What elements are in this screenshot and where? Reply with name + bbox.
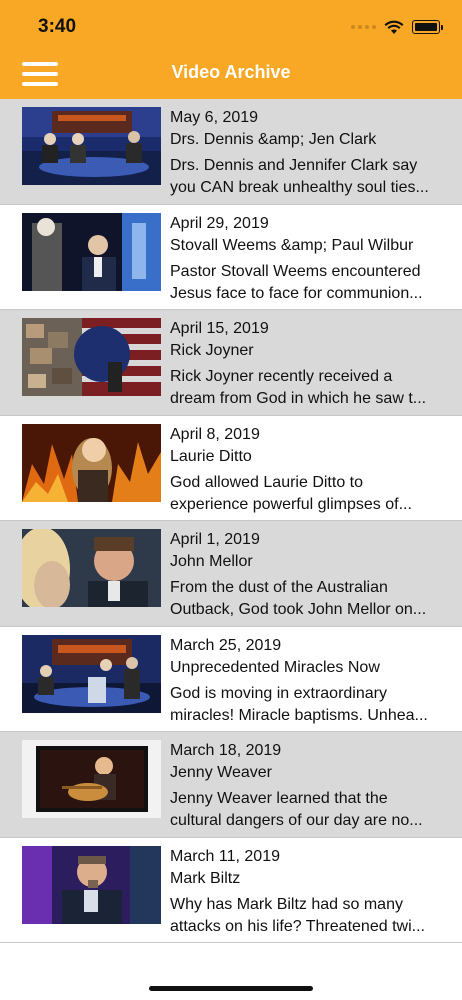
video-date: March 25, 2019 [170, 636, 282, 654]
video-title: Laurie Ditto [170, 447, 252, 465]
video-row[interactable]: April 29, 2019 Stovall Weems &amp; Paul … [0, 205, 462, 310]
video-description: Rick Joyner recently received a dream fr… [170, 368, 427, 407]
video-description: From the dust of the Australian Outback,… [170, 579, 427, 618]
video-date: April 29, 2019 [170, 214, 269, 232]
video-thumbnail [22, 107, 161, 185]
wifi-icon [384, 20, 404, 34]
video-date: April 1, 2019 [170, 531, 260, 548]
video-description: Jenny Weaver learned that the cultural d… [170, 790, 423, 829]
video-thumbnail [22, 423, 161, 502]
video-title: Unprecedented Miracles Now [170, 658, 380, 676]
video-row[interactable]: April 8, 2019 Laurie Ditto God allowed L… [0, 416, 462, 521]
video-thumbnail [22, 318, 161, 396]
video-date: March 18, 2019 [170, 742, 282, 759]
video-description: God allowed Laurie Ditto to experience p… [170, 473, 412, 513]
video-row[interactable]: March 18, 2019 Jenny Weaver Jenny Weaver… [0, 732, 462, 838]
video-thumbnail [22, 845, 161, 924]
video-row[interactable]: May 6, 2019 Drs. Dennis &amp; Jen Clark … [0, 99, 462, 205]
page-title: Video Archive [171, 62, 291, 82]
video-row[interactable]: March 11, 2019 Mark Biltz Why has Mark B… [0, 838, 462, 943]
video-description: God is moving in extraordinary miracles!… [170, 684, 428, 724]
video-date: March 11, 2019 [170, 847, 280, 865]
app-header: 3:40 Video Archive [0, 0, 462, 99]
video-date: May 6, 2019 [170, 109, 259, 126]
video-thumbnail [22, 634, 161, 713]
status-icons [351, 18, 443, 36]
home-indicator[interactable] [149, 986, 313, 991]
video-title: Stovall Weems &amp; Paul Wilbur [170, 236, 414, 254]
video-thumbnail [22, 740, 161, 818]
video-thumbnail [22, 212, 161, 291]
video-description: Pastor Stovall Weems encountered Jesus f… [170, 262, 423, 302]
status-time: 3:40 [38, 16, 77, 37]
video-row[interactable]: April 1, 2019 John Mellor From the dust … [0, 521, 462, 627]
cellular-signal-icon [351, 25, 376, 29]
video-thumbnail [22, 529, 161, 607]
video-description: Drs. Dennis and Jennifer Clark say you C… [170, 157, 429, 196]
battery-icon [412, 20, 443, 34]
video-row[interactable]: March 25, 2019 Unprecedented Miracles No… [0, 627, 462, 732]
video-date: April 8, 2019 [170, 425, 260, 443]
video-row[interactable]: April 15, 2019 Rick Joyner Rick Joyner r… [0, 310, 462, 416]
video-title: John Mellor [170, 553, 253, 570]
video-title: Drs. Dennis &amp; Jen Clark [170, 131, 377, 148]
video-description: Why has Mark Biltz had so many attacks o… [170, 895, 425, 935]
video-list: May 6, 2019 Drs. Dennis &amp; Jen Clark … [0, 99, 462, 943]
video-date: April 15, 2019 [170, 320, 269, 337]
video-title: Mark Biltz [170, 869, 241, 887]
video-title: Jenny Weaver [170, 764, 272, 781]
video-title: Rick Joyner [170, 342, 254, 359]
